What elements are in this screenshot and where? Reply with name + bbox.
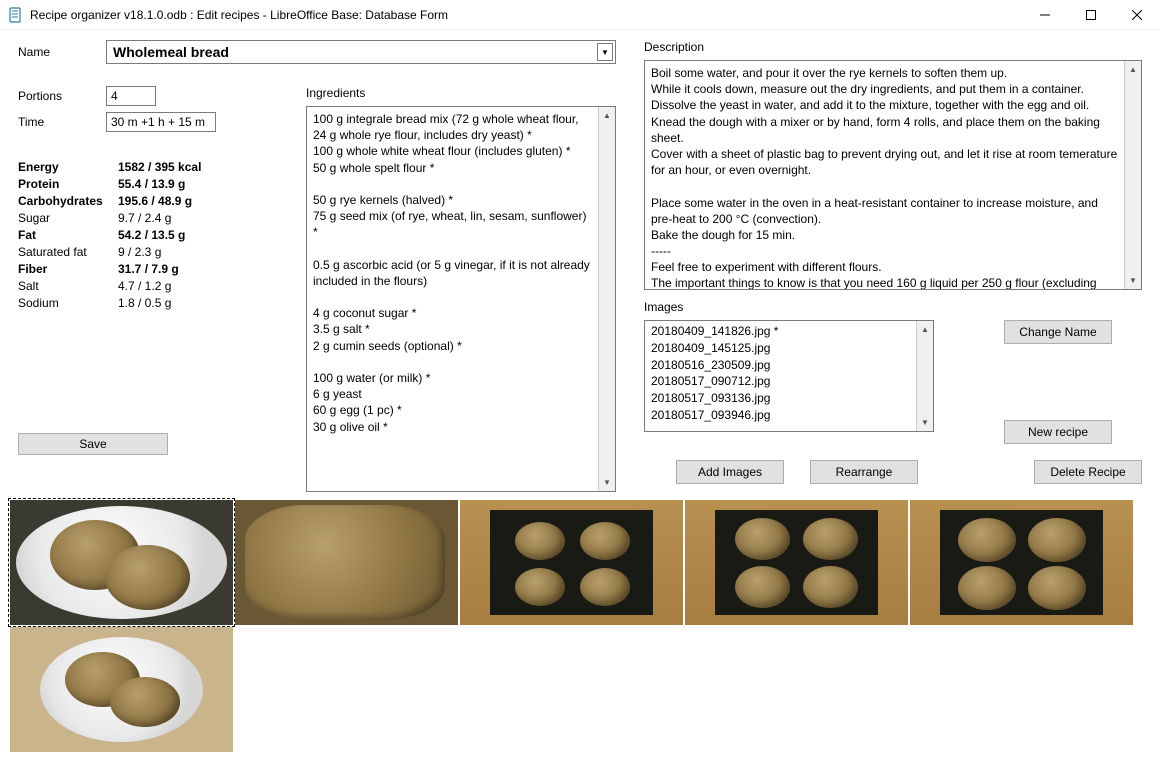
recipe-name-combobox[interactable]: Wholemeal bread ▼	[106, 40, 616, 64]
image-thumbnail[interactable]	[685, 500, 908, 625]
description-label: Description	[644, 40, 1142, 54]
close-button[interactable]	[1114, 0, 1160, 30]
image-list-item[interactable]: 20180409_145125.jpg	[651, 340, 910, 357]
add-images-button[interactable]: Add Images	[676, 460, 784, 484]
ingredients-scrollbar[interactable]: ▲ ▼	[598, 107, 615, 491]
nutrition-label: Fat	[18, 228, 118, 242]
nutrition-value: 55.4 / 13.9 g	[118, 177, 185, 191]
nutrition-label: Protein	[18, 177, 118, 191]
image-thumbnail[interactable]	[460, 500, 683, 625]
maximize-button[interactable]	[1068, 0, 1114, 30]
window-title: Recipe organizer v18.1.0.odb : Edit reci…	[30, 8, 448, 22]
nutrition-label: Saturated fat	[18, 245, 118, 259]
delete-recipe-button[interactable]: Delete Recipe	[1034, 460, 1142, 484]
image-thumbnail[interactable]	[10, 627, 233, 752]
description-text[interactable]: Boil some water, and pour it over the ry…	[645, 61, 1124, 289]
nutrition-value: 9 / 2.3 g	[118, 245, 161, 259]
description-scrollbar[interactable]: ▲ ▼	[1124, 61, 1141, 289]
scroll-up-icon[interactable]: ▲	[1125, 61, 1141, 78]
image-thumbnail[interactable]	[10, 500, 233, 625]
images-scrollbar[interactable]: ▲ ▼	[916, 321, 933, 431]
app-icon	[8, 7, 24, 23]
image-thumbnail[interactable]	[910, 500, 1133, 625]
image-thumbnails	[0, 500, 1160, 752]
nutrition-label: Energy	[18, 160, 118, 174]
nutrition-value: 195.6 / 48.9 g	[118, 194, 192, 208]
image-thumbnail[interactable]	[235, 500, 458, 625]
rearrange-button[interactable]: Rearrange	[810, 460, 918, 484]
ingredients-textarea[interactable]: 100 g integrale bread mix (72 g whole wh…	[306, 106, 616, 492]
image-list-item[interactable]: 20180409_141826.jpg *	[651, 323, 910, 340]
nutrition-label: Sodium	[18, 296, 118, 310]
nutrition-label: Carbohydrates	[18, 194, 118, 208]
chevron-down-icon[interactable]: ▼	[597, 43, 613, 61]
description-textarea[interactable]: Boil some water, and pour it over the ry…	[644, 60, 1142, 290]
recipe-name-value: Wholemeal bread	[113, 44, 229, 60]
nutrition-label: Salt	[18, 279, 118, 293]
time-input[interactable]	[106, 112, 216, 132]
image-list-item[interactable]: 20180517_090712.jpg	[651, 373, 910, 390]
change-name-button[interactable]: Change Name	[1004, 320, 1112, 344]
image-list-item[interactable]: 20180517_093136.jpg	[651, 390, 910, 407]
nutrition-value: 9.7 / 2.4 g	[118, 211, 171, 225]
save-button[interactable]: Save	[18, 433, 168, 455]
portions-input[interactable]	[106, 86, 156, 106]
nutrition-value: 1.8 / 0.5 g	[118, 296, 171, 310]
scroll-down-icon[interactable]: ▼	[917, 414, 933, 431]
scroll-down-icon[interactable]: ▼	[599, 474, 615, 491]
minimize-button[interactable]	[1022, 0, 1068, 30]
scroll-down-icon[interactable]: ▼	[1125, 272, 1141, 289]
nutrition-value: 31.7 / 7.9 g	[118, 262, 179, 276]
time-label: Time	[18, 115, 106, 129]
nutrition-label: Fiber	[18, 262, 118, 276]
title-bar: Recipe organizer v18.1.0.odb : Edit reci…	[0, 0, 1160, 30]
ingredients-label: Ingredients	[306, 86, 616, 100]
nutrition-table: Energy1582 / 395 kcalProtein55.4 / 13.9 …	[18, 160, 278, 310]
ingredients-text[interactable]: 100 g integrale bread mix (72 g whole wh…	[307, 107, 598, 491]
nutrition-value: 54.2 / 13.5 g	[118, 228, 185, 242]
nutrition-value: 4.7 / 1.2 g	[118, 279, 171, 293]
images-listbox[interactable]: 20180409_141826.jpg *20180409_145125.jpg…	[644, 320, 934, 432]
name-label: Name	[18, 45, 106, 59]
portions-label: Portions	[18, 89, 106, 103]
image-list-item[interactable]: 20180517_093946.jpg	[651, 407, 910, 424]
image-list-item[interactable]: 20180516_230509.jpg	[651, 357, 910, 374]
scroll-up-icon[interactable]: ▲	[917, 321, 933, 338]
new-recipe-button[interactable]: New recipe	[1004, 420, 1112, 444]
nutrition-label: Sugar	[18, 211, 118, 225]
nutrition-value: 1582 / 395 kcal	[118, 160, 201, 174]
images-label: Images	[644, 300, 1142, 314]
scroll-up-icon[interactable]: ▲	[599, 107, 615, 124]
